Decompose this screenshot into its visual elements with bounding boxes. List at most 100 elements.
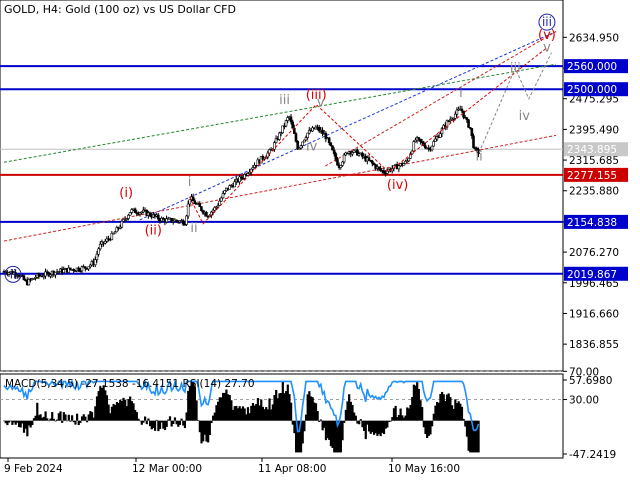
candle-body [367,157,371,161]
macd-bar [354,415,357,421]
macd-bar [210,420,213,424]
macd-bar [460,406,464,421]
candle-body [397,165,401,170]
candle-body [273,142,276,150]
candle-body [87,266,90,270]
candle-body [467,119,470,128]
candle-body [361,152,364,157]
macd-bar [173,417,177,421]
candle-body [332,149,336,154]
candle-body [472,135,475,149]
chart-header: GOLD, H4: Gold (100 oz) vs US Dollar CFD [4,3,236,16]
candle-body [233,181,236,188]
candle-body [103,240,107,244]
wave-label-iii: iii [510,61,521,76]
indicator-tick-label: 70.00 [569,366,599,378]
macd-bar [66,420,69,422]
wave-label-ii: ii [10,267,17,281]
candle-body [412,141,416,152]
macd-bar [155,419,158,421]
time-tick-label: 11 Apr 08:00 [258,463,326,475]
price-tick-label: 1836.855 [569,339,619,351]
wave-label-ii: ii [190,221,197,236]
indicator-tick-label: 30.00 [569,395,599,407]
indicator-tick-label: -47.2419 [569,449,616,461]
macd-bar [462,418,465,421]
candle-body [77,267,80,271]
candle-body [331,145,334,151]
macd-bar [67,414,70,421]
time-tick-label: 12 Mar 00:00 [132,463,202,475]
macd-bar [144,416,147,421]
candle-body [289,116,293,123]
macd-bar [183,420,187,429]
candle-body [156,214,160,220]
price-tick-label: 1916.660 [569,308,619,320]
macd-bar [195,400,198,421]
candle-body [306,132,309,138]
macd-bar [358,420,361,425]
candle-body [200,206,203,211]
candle-body [120,221,124,228]
candle-body [382,170,386,174]
candle-body [299,145,303,149]
candle-body [93,259,97,266]
candle-body [301,141,304,147]
wave-label-(iv): (iv) [387,178,408,193]
candle-body [186,203,190,217]
candle-body [62,269,66,273]
macd-bar [197,420,200,421]
wave-label-i: i [459,86,463,101]
price-tick-label: 2235.880 [569,186,619,198]
price-panel[interactable] [0,0,564,372]
level-label: 2154.838 [567,217,617,229]
candle-body [439,133,442,138]
macd-bar [75,413,79,421]
level-label: 2277.155 [567,170,617,182]
wave-label-(ii): (ii) [145,224,162,239]
level-label: 2019.867 [567,269,617,281]
macd-bar [54,420,57,422]
wave-label-i: i [188,175,192,190]
candle-body [133,208,137,213]
price-tick-label: 2634.950 [569,32,619,44]
indicator-title: MACD(5,34,5) -27.1538 -16.4151 RSI(14) 2… [5,378,255,390]
candle-body [434,138,437,142]
candle-body [221,193,225,199]
macd-bar [142,420,145,423]
macd-bar [319,419,323,421]
candle-body [465,117,469,121]
candle-body [188,199,192,205]
candle-body [336,159,339,166]
macd-bar [341,420,344,441]
macd-bar [71,415,74,421]
macd-bar [421,407,424,421]
macd-bar [147,418,150,421]
price-tick-label: 2395.490 [569,124,619,136]
macd-bar [31,420,34,426]
macd-bar [59,411,62,421]
macd-bar [69,420,72,422]
candle-body [342,154,346,163]
macd-bar [84,416,87,421]
level-label: 2560.000 [567,61,617,73]
level-label: 2500.000 [567,84,617,96]
macd-bar [290,402,293,421]
chart-canvas[interactable]: ii(i)(ii)iiiiii (iii)ivv(iv)iiiiiiivv(v)i… [0,0,640,480]
time-tick-label: 10 May 16:00 [388,463,460,475]
macd-bar [178,420,182,425]
wave-label-ii: ii [475,149,482,164]
macd-bar [316,411,319,421]
wave-label-v: v [317,96,325,111]
candle-body [329,142,333,147]
macd-bar [359,419,362,421]
candle-body [223,190,226,194]
wave-label-iv: iv [519,109,531,124]
macd-bar [389,420,392,422]
candle-body [191,196,195,202]
wave-label-iii: iii [279,93,290,108]
macd-bar [180,418,183,421]
wave-label-(i): (i) [119,186,133,201]
macd-bar [137,418,140,421]
candle-body [148,212,152,217]
